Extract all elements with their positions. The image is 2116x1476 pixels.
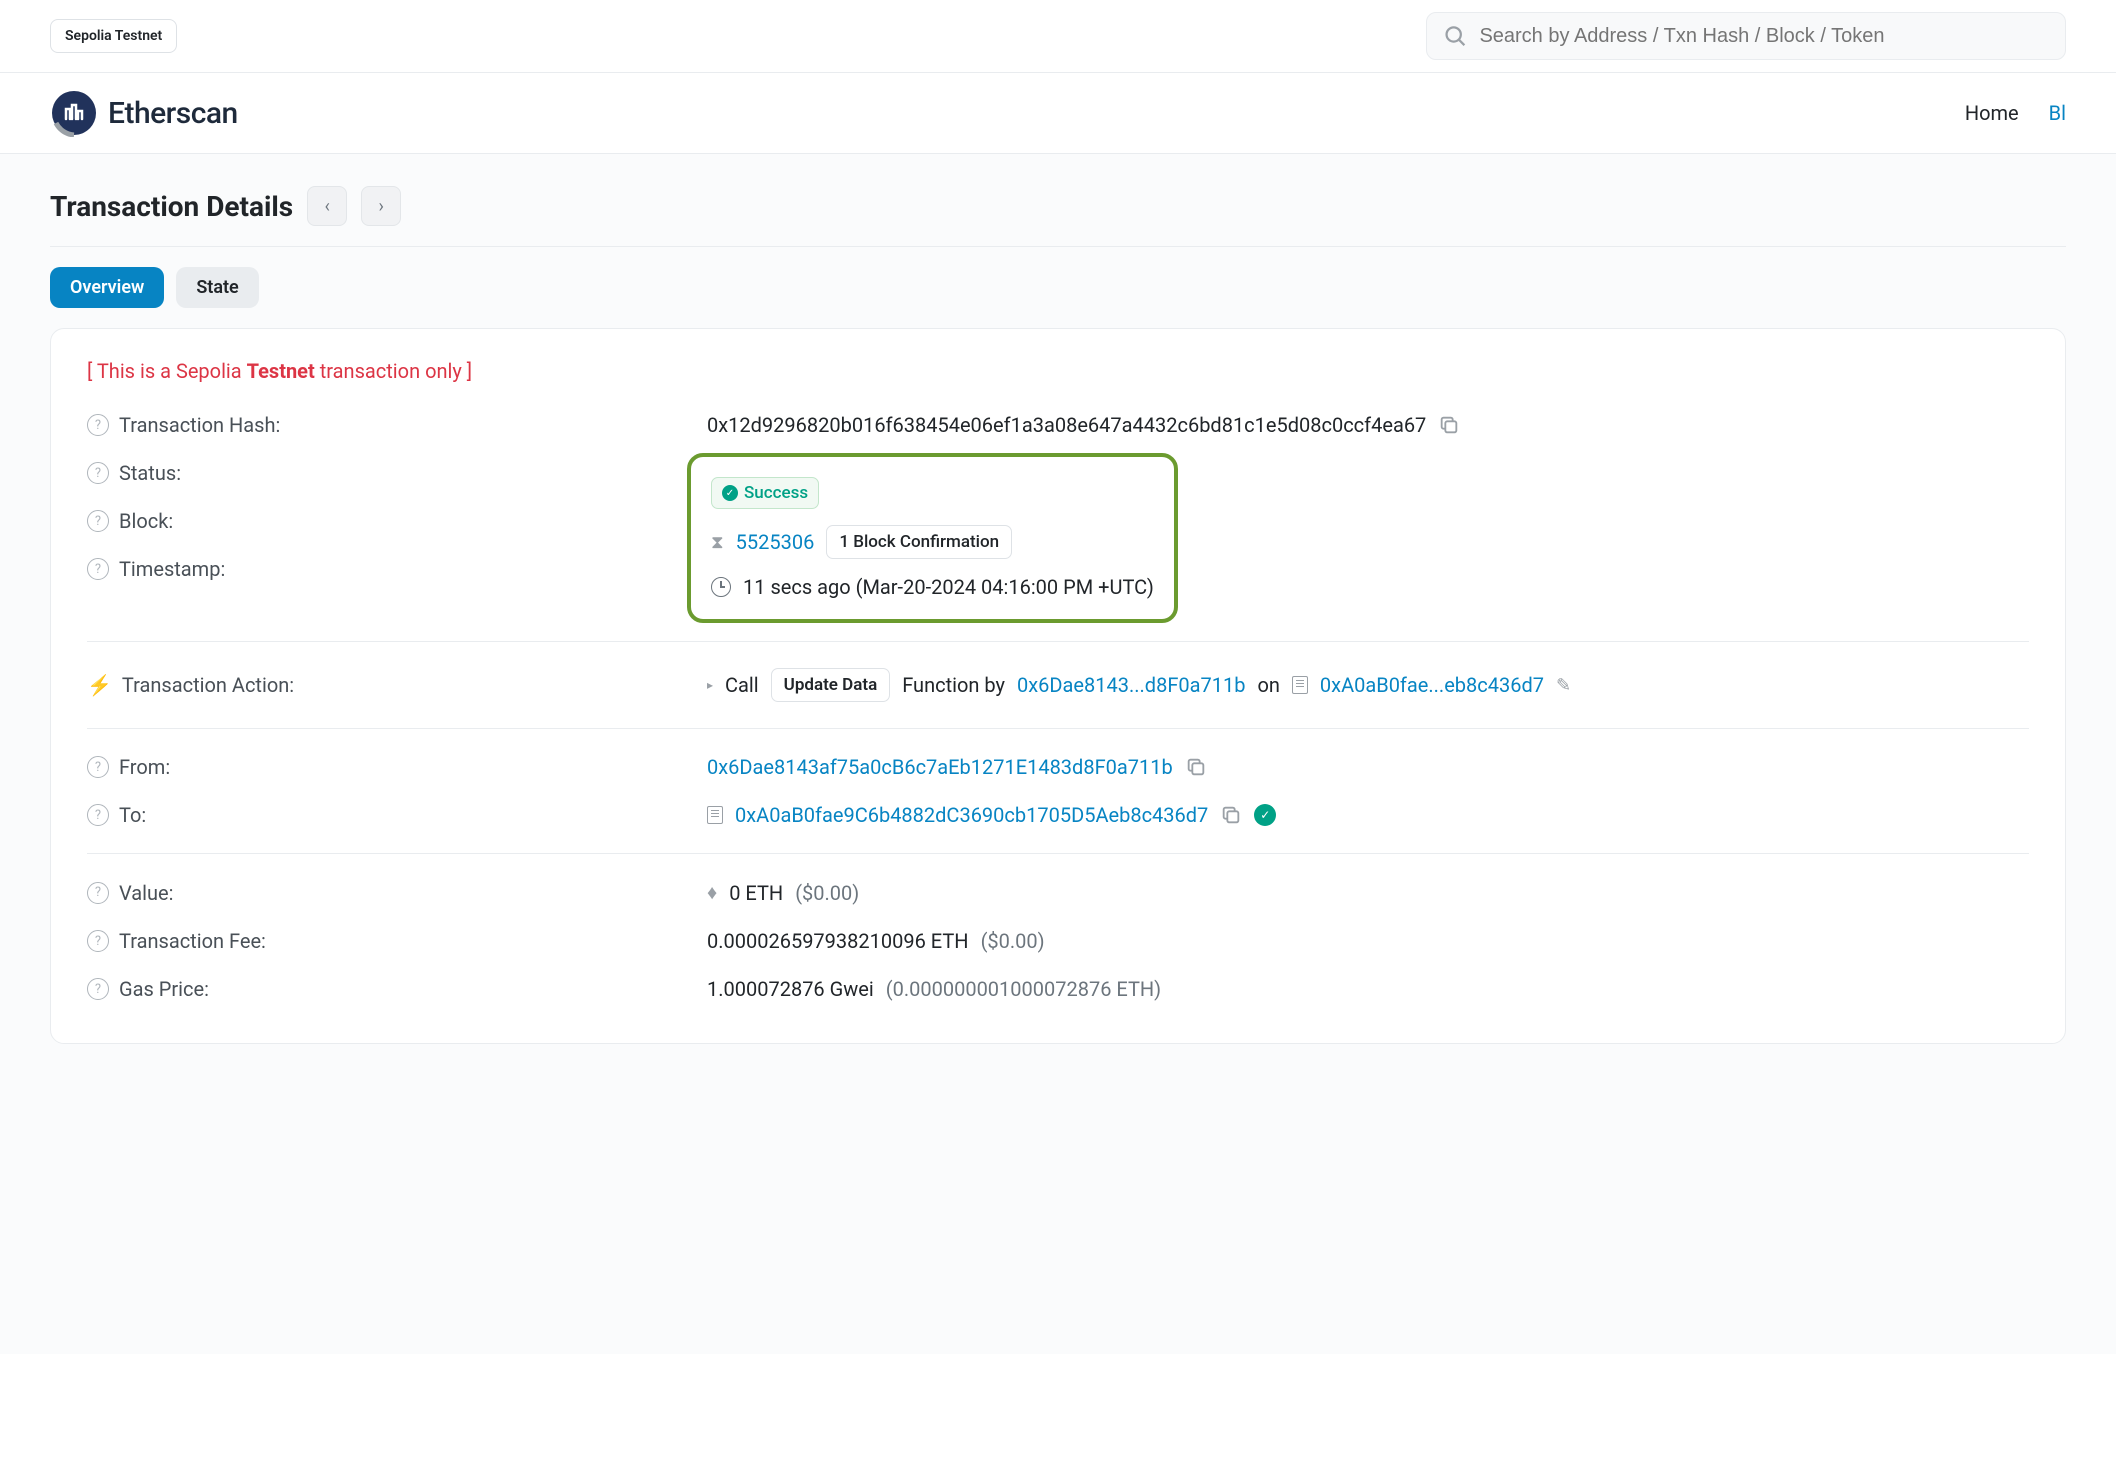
help-icon[interactable]: ? <box>87 756 109 778</box>
nav-blockchain[interactable]: Bl <box>2049 101 2066 125</box>
help-icon[interactable]: ? <box>87 414 109 436</box>
testnet-warning: [ This is a Sepolia Testnet transaction … <box>87 359 2029 383</box>
fee-usd: ($0.00) <box>981 929 1045 953</box>
search-input[interactable] <box>1479 25 2049 48</box>
help-icon[interactable]: ? <box>87 882 109 904</box>
from-address-link[interactable]: 0x6Dae8143af75a0cB6c7aEb1271E1483d8F0a71… <box>707 755 1173 779</box>
logo-text: Etherscan <box>108 96 238 131</box>
contract-icon <box>1292 676 1308 694</box>
value-amount: 0 ETH <box>729 881 783 905</box>
help-icon[interactable]: ? <box>87 510 109 532</box>
to-address-link[interactable]: 0xA0aB0fae9C6b4882dC3690cb1705D5Aeb8c436… <box>735 803 1208 827</box>
label-timestamp: Timestamp: <box>119 557 225 581</box>
block-link[interactable]: 5525306 <box>736 530 815 554</box>
logo[interactable]: Etherscan <box>50 89 238 137</box>
tx-hash: 0x12d9296820b016f638454e06ef1a3a08e647a4… <box>707 413 1426 437</box>
eth-icon: ♦ <box>707 880 717 905</box>
action-by: Function by <box>902 673 1005 697</box>
confirmations-badge: 1 Block Confirmation <box>826 525 1012 559</box>
help-icon[interactable]: ? <box>87 804 109 826</box>
value-usd: ($0.00) <box>795 881 859 905</box>
timestamp-value: 11 secs ago (Mar-20-2024 04:16:00 PM +UT… <box>743 575 1154 599</box>
label-gas: Gas Price: <box>119 977 209 1001</box>
action-target-link[interactable]: 0xA0aB0fae...eb8c436d7 <box>1320 673 1544 697</box>
edit-icon[interactable]: ✎ <box>1556 675 1571 696</box>
action-on: on <box>1257 673 1279 697</box>
gas-amount: 1.000072876 Gwei <box>707 977 874 1001</box>
label-fee: Transaction Fee: <box>119 929 266 953</box>
check-icon: ✓ <box>722 485 738 501</box>
copy-icon[interactable] <box>1438 414 1460 436</box>
search-container <box>1426 12 2066 60</box>
label-to: To: <box>119 803 146 827</box>
label-block: Block: <box>119 509 173 533</box>
fee-amount: 0.000026597938210096 ETH <box>707 929 969 953</box>
label-txhash: Transaction Hash: <box>119 413 280 437</box>
etherscan-logo-icon <box>50 89 98 137</box>
search-icon <box>1443 23 1467 49</box>
prev-tx-button[interactable]: ‹ <box>307 186 347 226</box>
caret-right-icon: ▸ <box>707 678 713 692</box>
contract-icon <box>707 806 723 824</box>
help-icon[interactable]: ? <box>87 558 109 580</box>
status-badge: ✓ Success <box>711 477 819 509</box>
help-icon[interactable]: ? <box>87 462 109 484</box>
copy-icon[interactable] <box>1185 756 1207 778</box>
action-call: Call <box>725 673 759 697</box>
gas-eth: (0.000000001000072876 ETH) <box>886 977 1161 1001</box>
copy-icon[interactable] <box>1220 804 1242 826</box>
chevron-left-icon: ‹ <box>324 196 329 217</box>
chevron-right-icon: › <box>378 196 383 217</box>
details-card: [ This is a Sepolia Testnet transaction … <box>50 328 2066 1044</box>
next-tx-button[interactable]: › <box>361 186 401 226</box>
label-status: Status: <box>119 461 181 485</box>
help-icon[interactable]: ? <box>87 978 109 1000</box>
help-icon[interactable]: ? <box>87 930 109 952</box>
network-badge[interactable]: Sepolia Testnet <box>50 19 177 53</box>
tab-state[interactable]: State <box>176 267 258 308</box>
action-caller-link[interactable]: 0x6Dae8143...d8F0a711b <box>1017 673 1245 697</box>
clock-icon <box>711 577 731 597</box>
label-from: From: <box>119 755 170 779</box>
page-title: Transaction Details <box>50 190 293 223</box>
label-action: Transaction Action: <box>122 673 294 697</box>
flash-icon: ⚡ <box>87 673 112 697</box>
tab-overview[interactable]: Overview <box>50 267 164 308</box>
function-chip: Update Data <box>771 668 891 702</box>
label-value: Value: <box>119 881 174 905</box>
verified-icon: ✓ <box>1254 804 1276 826</box>
hourglass-icon: ⧗ <box>711 532 724 553</box>
highlight-box: ✓ Success ⧗ 5525306 1 Block Confirmation <box>687 453 1178 623</box>
nav-home[interactable]: Home <box>1965 101 2019 125</box>
